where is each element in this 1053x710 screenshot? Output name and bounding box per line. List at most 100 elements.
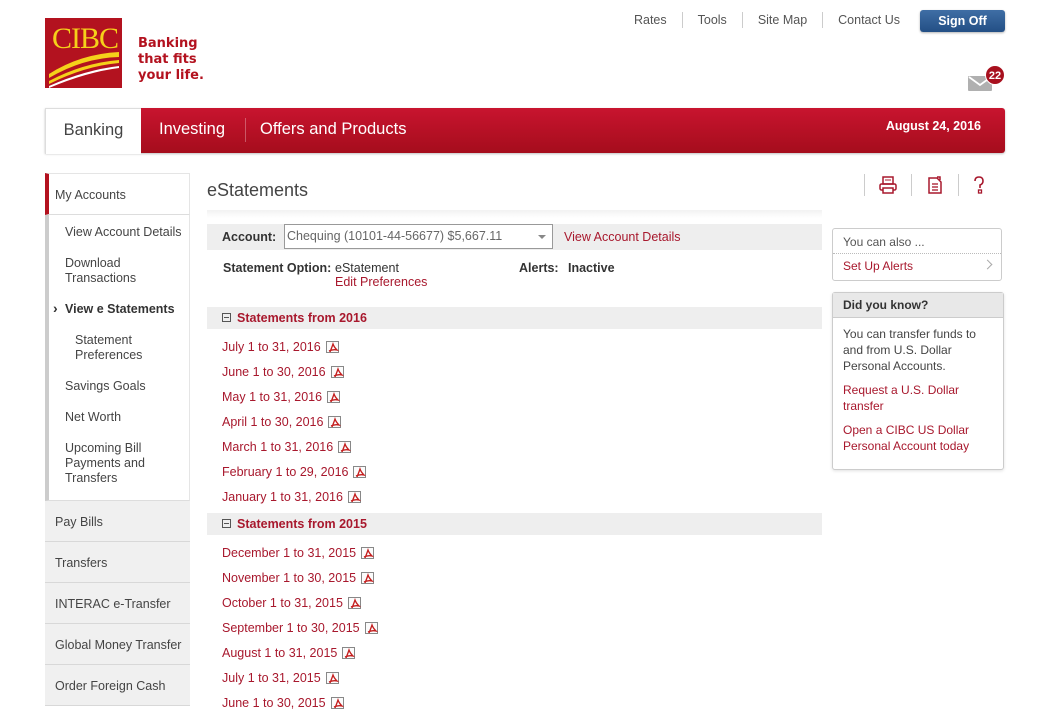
site-map-link[interactable]: Site Map [741, 12, 822, 28]
message-count-badge[interactable]: 22 [985, 65, 1005, 85]
help-button[interactable] [959, 172, 999, 198]
pdf-icon[interactable] [330, 365, 344, 378]
sidebar-item-download-transactions[interactable]: Download Transactions [49, 256, 159, 286]
statement-link[interactable]: December 1 to 31, 2015 [222, 546, 356, 560]
pdf-icon[interactable] [325, 671, 339, 684]
pdf-icon[interactable] [327, 390, 341, 403]
sidebar-item-statement-preferences[interactable]: Statement Preferences [49, 333, 149, 363]
sidebar-item-pay-bills[interactable]: Pay Bills [45, 501, 190, 542]
statement-link[interactable]: November 1 to 30, 2015 [222, 571, 356, 585]
sidebar-item-transfers[interactable]: Transfers [45, 542, 190, 583]
chevron-down-icon [538, 235, 546, 239]
nav-divider [245, 118, 246, 142]
section-header[interactable]: Statements from 2015 [207, 513, 822, 535]
statement-link[interactable]: June 1 to 30, 2015 [222, 696, 326, 710]
did-you-know-text: You can transfer funds to and from U.S. … [843, 327, 976, 373]
alerts-label: Alerts: [519, 261, 559, 275]
pdf-icon[interactable] [364, 621, 378, 634]
statement-link[interactable]: August 1 to 31, 2015 [222, 646, 337, 660]
statement-link[interactable]: January 1 to 31, 2016 [222, 490, 343, 504]
statement-row: March 1 to 31, 2016 [207, 434, 822, 459]
account-select[interactable]: Chequing (10101-44-56677) $5,667.11 [284, 224, 553, 249]
view-account-details-link[interactable]: View Account Details [564, 230, 681, 244]
notes-icon [928, 176, 942, 194]
rates-link[interactable]: Rates [619, 12, 682, 28]
tab-offers-and-products[interactable]: Offers and Products [260, 108, 406, 153]
logo-swoosh-icon [49, 52, 119, 88]
statement-link[interactable]: October 1 to 31, 2015 [222, 596, 343, 610]
pdf-icon[interactable] [361, 571, 375, 584]
statement-link[interactable]: July 1 to 31, 2016 [222, 340, 321, 354]
statement-link[interactable]: March 1 to 31, 2016 [222, 440, 333, 454]
sidebar-item-view-account-details[interactable]: View Account Details [49, 225, 189, 240]
tab-banking[interactable]: Banking [45, 108, 141, 154]
utility-nav: Rates Tools Site Map Contact Us [619, 12, 915, 28]
pdf-icon[interactable] [328, 415, 342, 428]
title-divider [207, 210, 822, 218]
current-date: August 24, 2016 [885, 119, 981, 133]
sidebar-my-accounts[interactable]: My Accounts [45, 173, 190, 215]
open-usd-account-link[interactable]: Open a CIBC US Dollar Personal Account t… [843, 422, 993, 454]
statements-section-2016: Statements from 2016 July 1 to 31, 2016 J… [207, 307, 822, 509]
statement-link[interactable]: September 1 to 30, 2015 [222, 621, 360, 635]
sidebar-item-interac-e-transfer[interactable]: INTERAC e-Transfer [45, 583, 190, 624]
tab-investing[interactable]: Investing [159, 108, 225, 153]
sidebar-item-net-worth[interactable]: Net Worth [49, 410, 189, 425]
my-accounts-submenu: View Account Details Download Transactio… [45, 215, 190, 501]
notes-button[interactable] [912, 172, 958, 198]
pdf-icon[interactable] [361, 546, 375, 559]
account-select-value: Chequing (10101-44-56677) $5,667.11 [287, 229, 503, 243]
collapse-icon[interactable] [222, 519, 231, 528]
pdf-icon[interactable] [347, 596, 362, 609]
set-up-alerts-label: Set Up Alerts [843, 259, 914, 273]
tagline-line: Banking [138, 36, 198, 51]
account-label: Account: [222, 230, 277, 244]
cibc-logo[interactable]: CIBC [45, 18, 122, 88]
section-title: Statements from 2016 [237, 311, 367, 325]
page-title: eStatements [207, 180, 309, 200]
did-you-know-box: Did you know? You can transfer funds to … [832, 292, 1004, 470]
sidebar-item-view-estatements[interactable]: View e Statements [49, 301, 189, 317]
collapse-icon[interactable] [222, 313, 231, 322]
print-button[interactable] [865, 172, 911, 198]
main-nav: Banking Investing Offers and Products Au… [45, 108, 1005, 154]
sidebar: My Accounts View Account Details Downloa… [45, 173, 190, 706]
pdf-icon[interactable] [342, 646, 356, 659]
statement-link[interactable]: February 1 to 29, 2016 [222, 465, 348, 479]
set-up-alerts-link[interactable]: Set Up Alerts [833, 254, 1001, 280]
sidebar-item-order-foreign-cash[interactable]: Order Foreign Cash [45, 665, 190, 706]
sidebar-item-upcoming-bill-payments[interactable]: Upcoming Bill Payments and Transfers [49, 441, 149, 486]
pdf-icon[interactable] [330, 696, 344, 709]
section-header[interactable]: Statements from 2016 [207, 307, 822, 329]
print-icon [879, 176, 897, 194]
statement-option-value: eStatement [335, 261, 399, 275]
statements-section-2015: Statements from 2015 December 1 to 31, 2… [207, 513, 822, 710]
help-icon [974, 176, 984, 194]
pdf-icon[interactable] [338, 440, 352, 453]
tools-link[interactable]: Tools [681, 12, 742, 28]
sidebar-item-savings-goals[interactable]: Savings Goals [49, 379, 189, 394]
statement-link[interactable]: May 1 to 31, 2016 [222, 390, 322, 404]
pdf-icon[interactable] [325, 340, 339, 353]
statement-row: August 1 to 31, 2015 [207, 640, 822, 665]
statement-row: June 1 to 30, 2015 [207, 690, 822, 710]
tagline-line: that fits [138, 52, 197, 67]
pdf-icon[interactable] [353, 465, 367, 478]
statement-row: December 1 to 31, 2015 [207, 540, 822, 565]
statement-row: October 1 to 31, 2015 [207, 590, 822, 615]
statement-link[interactable]: July 1 to 31, 2015 [222, 671, 321, 685]
statement-row: June 1 to 30, 2016 [207, 359, 822, 384]
statement-row: November 1 to 30, 2015 [207, 565, 822, 590]
edit-preferences-link[interactable]: Edit Preferences [335, 275, 427, 289]
statement-link[interactable]: April 1 to 30, 2016 [222, 415, 323, 429]
statement-link[interactable]: June 1 to 30, 2016 [222, 365, 326, 379]
pdf-icon[interactable] [347, 490, 362, 503]
sidebar-item-global-money-transfer[interactable]: Global Money Transfer [45, 624, 190, 665]
section-title: Statements from 2015 [237, 517, 367, 531]
request-usd-transfer-link[interactable]: Request a U.S. Dollar transfer [843, 382, 993, 414]
page-tools [864, 172, 999, 198]
sign-off-button[interactable]: Sign Off [920, 10, 1005, 32]
chevron-right-icon [982, 259, 993, 270]
statement-row: February 1 to 29, 2016 [207, 459, 822, 484]
contact-us-link[interactable]: Contact Us [822, 12, 915, 28]
